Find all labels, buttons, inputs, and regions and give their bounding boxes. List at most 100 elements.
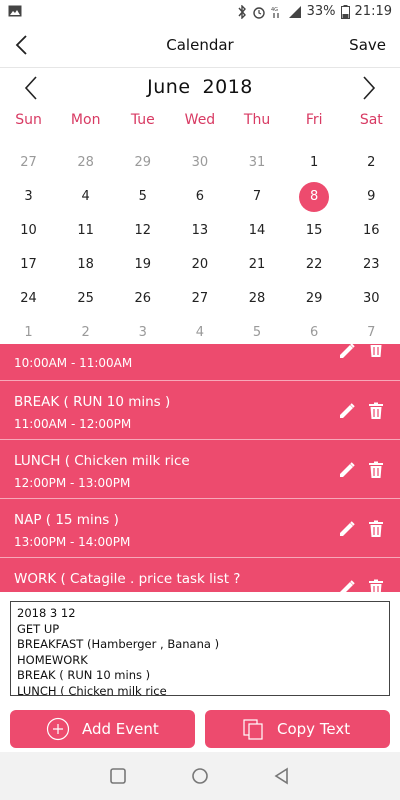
day-cell[interactable]: 20 [171,248,228,282]
day-cell[interactable]: 19 [114,248,171,282]
day-cell[interactable]: 29 [114,146,171,180]
day-cell[interactable]: 3 [0,180,57,214]
event-item[interactable]: 10:00AM - 11:00AM [0,344,400,381]
bluetooth-icon [238,4,246,19]
day-cell[interactable]: 9 [343,180,400,214]
status-bar: 4G 33% 21:19 [0,0,400,24]
day-cell[interactable]: 15 [286,214,343,248]
day-cell[interactable]: 16 [343,214,400,248]
recent-apps-icon[interactable] [108,766,128,786]
day-cell[interactable]: 7 [229,180,286,214]
day-cell[interactable]: 13 [171,214,228,248]
event-item[interactable]: LUNCH ( Chicken milk rice 12:00PM - 13:00… [0,440,400,499]
week-row: 17 18 19 20 21 22 23 [0,248,400,282]
day-cell[interactable]: 22 [286,248,343,282]
day-cell[interactable]: 25 [57,282,114,316]
page-title: Calendar [166,36,234,54]
back-nav-icon[interactable] [272,766,292,786]
day-cell[interactable]: 31 [229,146,286,180]
day-cell[interactable]: 26 [114,282,171,316]
calendar-grid: 27 28 29 30 31 1 2 3 4 5 6 7 8 9 10 11 12 13 14 15 16 17 18 19 2… [0,146,400,350]
save-button[interactable]: Save [349,36,386,54]
add-event-label: Add Event [82,720,159,738]
month-year-label: June 2018 [0,76,400,98]
event-title: NAP ( 15 mins ) [14,512,119,528]
event-list: 10:00AM - 11:00AM BREAK ( RUN 10 mins ) 11… [0,344,400,592]
event-title: LUNCH ( Chicken milk rice [14,453,190,469]
copy-icon [243,719,263,740]
day-cell[interactable]: 27 [171,282,228,316]
next-month-icon[interactable] [358,74,380,102]
delete-icon[interactable] [368,402,384,420]
delete-icon[interactable] [368,520,384,538]
day-cell[interactable]: 21 [229,248,286,282]
edit-icon[interactable] [338,402,356,420]
selected-day-cell[interactable]: 8 [286,180,343,214]
delete-icon[interactable] [368,344,384,358]
weekday-label: Sun [15,112,42,128]
day-number: 8 [299,182,330,212]
day-cell[interactable]: 6 [171,180,228,214]
edit-icon[interactable] [338,579,356,592]
home-icon[interactable] [190,766,210,786]
app-bar: Calendar Save [0,24,400,68]
event-item[interactable]: BREAK ( RUN 10 mins ) 11:00AM - 12:00PM [0,381,400,440]
alarm-icon [252,6,265,19]
network-4g-icon: 4G [271,7,279,18]
day-cell[interactable]: 12 [114,214,171,248]
notes-line: BREAK ( RUN 10 mins ) [17,668,151,682]
day-cell[interactable]: 28 [229,282,286,316]
day-cell[interactable]: 5 [114,180,171,214]
copy-text-label: Copy Text [277,720,351,738]
notes-line: GET UP [17,621,60,636]
day-cell[interactable]: 23 [343,248,400,282]
day-cell[interactable]: 30 [343,282,400,316]
event-item[interactable]: WORK ( Catagile . price task list ? [0,558,400,592]
weekday-label: Sat [359,112,383,128]
edit-icon[interactable] [338,344,356,360]
add-circle-icon [46,717,70,741]
weekday-header: Sun Mon Tue Wed Thu Fri Sat [0,112,400,140]
day-cell[interactable]: 14 [229,214,286,248]
delete-icon[interactable] [368,461,384,479]
day-cell[interactable]: 30 [171,146,228,180]
weekday-label: Tue [130,112,155,128]
delete-icon[interactable] [368,579,384,592]
day-cell[interactable]: 28 [57,146,114,180]
notes-textarea[interactable]: 2018 3 12 GET UP BREAKFAST (Hamberger , Ba… [10,601,390,696]
notes-line: HOMEWORK [17,652,88,667]
edit-icon[interactable] [338,461,356,479]
event-time: 11:00AM - 12:00PM [14,417,132,431]
event-time: 10:00AM - 11:00AM [14,356,133,370]
day-cell[interactable]: 24 [0,282,57,316]
day-cell[interactable]: 27 [0,146,57,180]
day-cell[interactable]: 4 [57,180,114,214]
notes-line: LUNCH ( Chicken milk rice [17,683,167,696]
month-label: June [147,76,191,98]
day-cell[interactable]: 10 [0,214,57,248]
week-row: 10 11 12 13 14 15 16 [0,214,400,248]
clock: 21:19 [354,4,392,19]
weekday-label: Fri [305,112,323,128]
week-row: 24 25 26 27 28 29 30 [0,282,400,316]
event-title: WORK ( Catagile . price task list ? [14,571,241,587]
notes-line: 2018 3 12 [17,606,76,620]
day-cell[interactable]: 18 [57,248,114,282]
add-event-button[interactable]: Add Event [10,710,195,748]
image-icon [8,5,22,17]
day-cell[interactable]: 11 [57,214,114,248]
system-navigation-bar [0,752,400,800]
week-row: 3456789 [0,180,400,214]
svg-text:4G: 4G [271,7,278,13]
battery-percent: 33% [306,4,336,19]
event-item[interactable]: NAP ( 15 mins ) 13:00PM - 14:00PM [0,499,400,558]
edit-icon[interactable] [338,520,356,538]
month-navigation: June 2018 [0,68,400,108]
day-cell[interactable]: 2 [343,146,400,180]
day-cell[interactable]: 29 [286,282,343,316]
event-time: 12:00PM - 13:00PM [14,476,131,490]
year-label: 2018 [202,76,253,98]
copy-text-button[interactable]: Copy Text [205,710,390,748]
day-cell[interactable]: 1 [286,146,343,180]
day-cell[interactable]: 17 [0,248,57,282]
